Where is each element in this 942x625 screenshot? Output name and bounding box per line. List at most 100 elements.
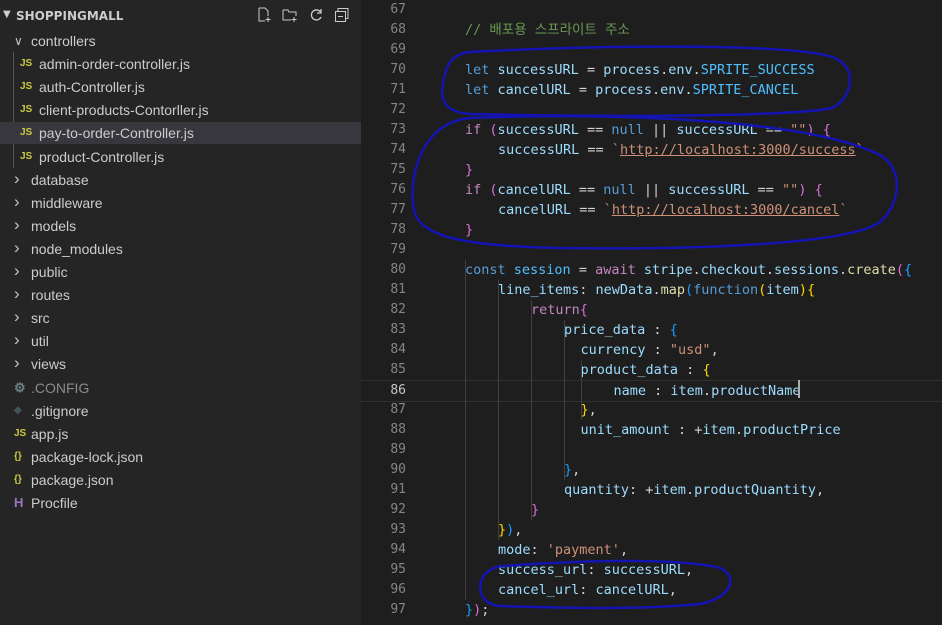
code-line[interactable]: 92}: [361, 500, 942, 520]
chevron-right-icon[interactable]: ›: [14, 260, 20, 282]
tree-item[interactable]: JS app.js: [0, 423, 361, 445]
tree-item[interactable]: › routes: [0, 284, 361, 306]
tree-item[interactable]: JS admin-order-controller.js: [0, 53, 361, 75]
tree-item[interactable]: › src: [0, 307, 361, 329]
code-line[interactable]: 67: [361, 0, 942, 20]
code-line[interactable]: 88 unit_amount : +item.productPrice: [361, 420, 942, 440]
line-number: 82: [390, 302, 406, 317]
line-number: 68: [390, 22, 406, 37]
tree-item[interactable]: › views: [0, 353, 361, 375]
code-editor[interactable]: 67 68 // 배포용 스프라이트 주소 69 70 let successURL = …: [361, 0, 942, 625]
tree-item-label: controllers: [31, 33, 96, 49]
chevron-down-icon[interactable]: ∨: [14, 30, 23, 52]
code-line[interactable]: 76 if (cancelURL == null || successURL ==…: [361, 180, 942, 200]
code-token: :: [646, 383, 671, 399]
code-line[interactable]: 83 price_data : {: [361, 320, 942, 340]
tree-item[interactable]: › models: [0, 215, 361, 237]
code-token: "": [782, 182, 799, 198]
tree-item[interactable]: ⚙ .CONFIG: [0, 377, 361, 399]
js-file-icon: JS: [20, 81, 33, 93]
code-line[interactable]: 73 if (successURL == null || successURL =…: [361, 120, 942, 140]
code-token: if: [465, 122, 482, 138]
refresh-icon[interactable]: [307, 7, 325, 23]
tree-item[interactable]: ∨ controllers: [0, 30, 361, 52]
code-line[interactable]: 82 return{: [361, 300, 942, 320]
line-number: 75: [390, 162, 406, 177]
code-line[interactable]: 93}),: [361, 520, 942, 540]
chevron-right-icon[interactable]: ›: [14, 191, 20, 213]
code-line[interactable]: 74 successURL == `http://localhost:3000/s…: [361, 140, 942, 160]
tree-item[interactable]: JS pay-to-order-Controller.js: [0, 122, 361, 145]
collapse-all-icon[interactable]: [333, 7, 351, 23]
code-token: ,: [710, 342, 719, 358]
tree-item[interactable]: › middleware: [0, 192, 361, 214]
chevron-right-icon[interactable]: ›: [14, 352, 20, 374]
tree-item[interactable]: › node_modules: [0, 238, 361, 260]
code-line[interactable]: 91 quantity: +item.productQuantity,: [361, 480, 942, 500]
code-text: const session = await stripe.checkout.se…: [465, 260, 912, 280]
code-line[interactable]: 89: [361, 440, 942, 460]
code-text: }: [531, 500, 539, 520]
code-line[interactable]: 69: [361, 40, 942, 60]
code-token: await: [595, 262, 636, 278]
code-line[interactable]: 96 cancel_url: cancelURL,: [361, 580, 942, 600]
code-line[interactable]: 79: [361, 240, 942, 260]
code-line[interactable]: 84 currency : "usd",: [361, 340, 942, 360]
code-line[interactable]: 78}: [361, 220, 942, 240]
code-line[interactable]: 72: [361, 100, 942, 120]
code-token: cancelURL: [498, 202, 572, 218]
explorer-header[interactable]: ▼ SHOPPINGMALL: [0, 0, 361, 30]
code-token: ==: [757, 122, 791, 138]
code-token: env: [660, 82, 685, 98]
code-token: (: [489, 182, 498, 198]
new-file-icon[interactable]: [255, 7, 273, 23]
code-token: {: [814, 182, 823, 198]
chevron-right-icon[interactable]: ›: [14, 329, 20, 351]
new-folder-icon[interactable]: [281, 7, 299, 23]
code-token: null: [603, 182, 636, 198]
chevron-right-icon[interactable]: ›: [14, 214, 20, 236]
code-token: successURL: [497, 62, 579, 78]
code-token: productQuantity: [694, 482, 816, 498]
code-token: ==: [578, 122, 612, 138]
tree-item[interactable]: › database: [0, 169, 361, 191]
code-line[interactable]: 87},: [361, 400, 942, 420]
code-line[interactable]: 86 name : item.productName: [361, 380, 942, 402]
code-line[interactable]: 75}: [361, 160, 942, 180]
tree-item[interactable]: {} package.json: [0, 469, 361, 491]
code-line[interactable]: 85 product_data : {: [361, 360, 942, 380]
code-token: 'payment': [546, 542, 620, 558]
code-line[interactable]: 97});: [361, 600, 942, 620]
tree-item[interactable]: › public: [0, 261, 361, 283]
code-line[interactable]: 77 cancelURL == `http://localhost:3000/ca…: [361, 200, 942, 220]
tree-item[interactable]: JS client-products-Contorller.js: [0, 99, 361, 121]
code-text: });: [465, 600, 489, 620]
code-token: checkout: [700, 262, 766, 278]
tree-item[interactable]: JS auth-Controller.js: [0, 76, 361, 98]
code-text: if (cancelURL == null || successURL == "…: [465, 180, 823, 200]
code-token: {: [904, 262, 913, 278]
code-line[interactable]: 81 line_items: newData.map(function(item)…: [361, 280, 942, 300]
chevron-right-icon[interactable]: ›: [14, 306, 20, 328]
code-line[interactable]: 80 const session = await stripe.checkout.…: [361, 260, 942, 280]
code-token: mode: [498, 542, 531, 558]
code-line[interactable]: 68 // 배포용 스프라이트 주소: [361, 20, 942, 40]
code-line[interactable]: 71 let cancelURL = process.env.SPRITE_CAN…: [361, 80, 942, 100]
tree-item[interactable]: ◆ .gitignore: [0, 400, 361, 422]
chevron-right-icon[interactable]: ›: [14, 237, 20, 259]
code-token: (: [489, 122, 498, 138]
code-token: null: [611, 122, 644, 138]
code-line[interactable]: 90},: [361, 460, 942, 480]
tree-item[interactable]: JS product-Controller.js: [0, 146, 361, 168]
code-line[interactable]: 70 let successURL = process.env.SPRITE_SU…: [361, 60, 942, 80]
chevron-right-icon[interactable]: ›: [14, 283, 20, 305]
tree-item[interactable]: H Procfile: [0, 492, 361, 514]
tree-item[interactable]: › util: [0, 330, 361, 352]
line-number: 85: [390, 362, 406, 377]
tree-item[interactable]: {} package-lock.json: [0, 446, 361, 468]
chevron-down-icon[interactable]: ▼: [3, 9, 11, 20]
chevron-right-icon[interactable]: ›: [14, 168, 20, 190]
code-line[interactable]: 94 mode: 'payment',: [361, 540, 942, 560]
tree-item-label: middleware: [31, 194, 103, 211]
code-line[interactable]: 95 success_url: successURL,: [361, 560, 942, 580]
